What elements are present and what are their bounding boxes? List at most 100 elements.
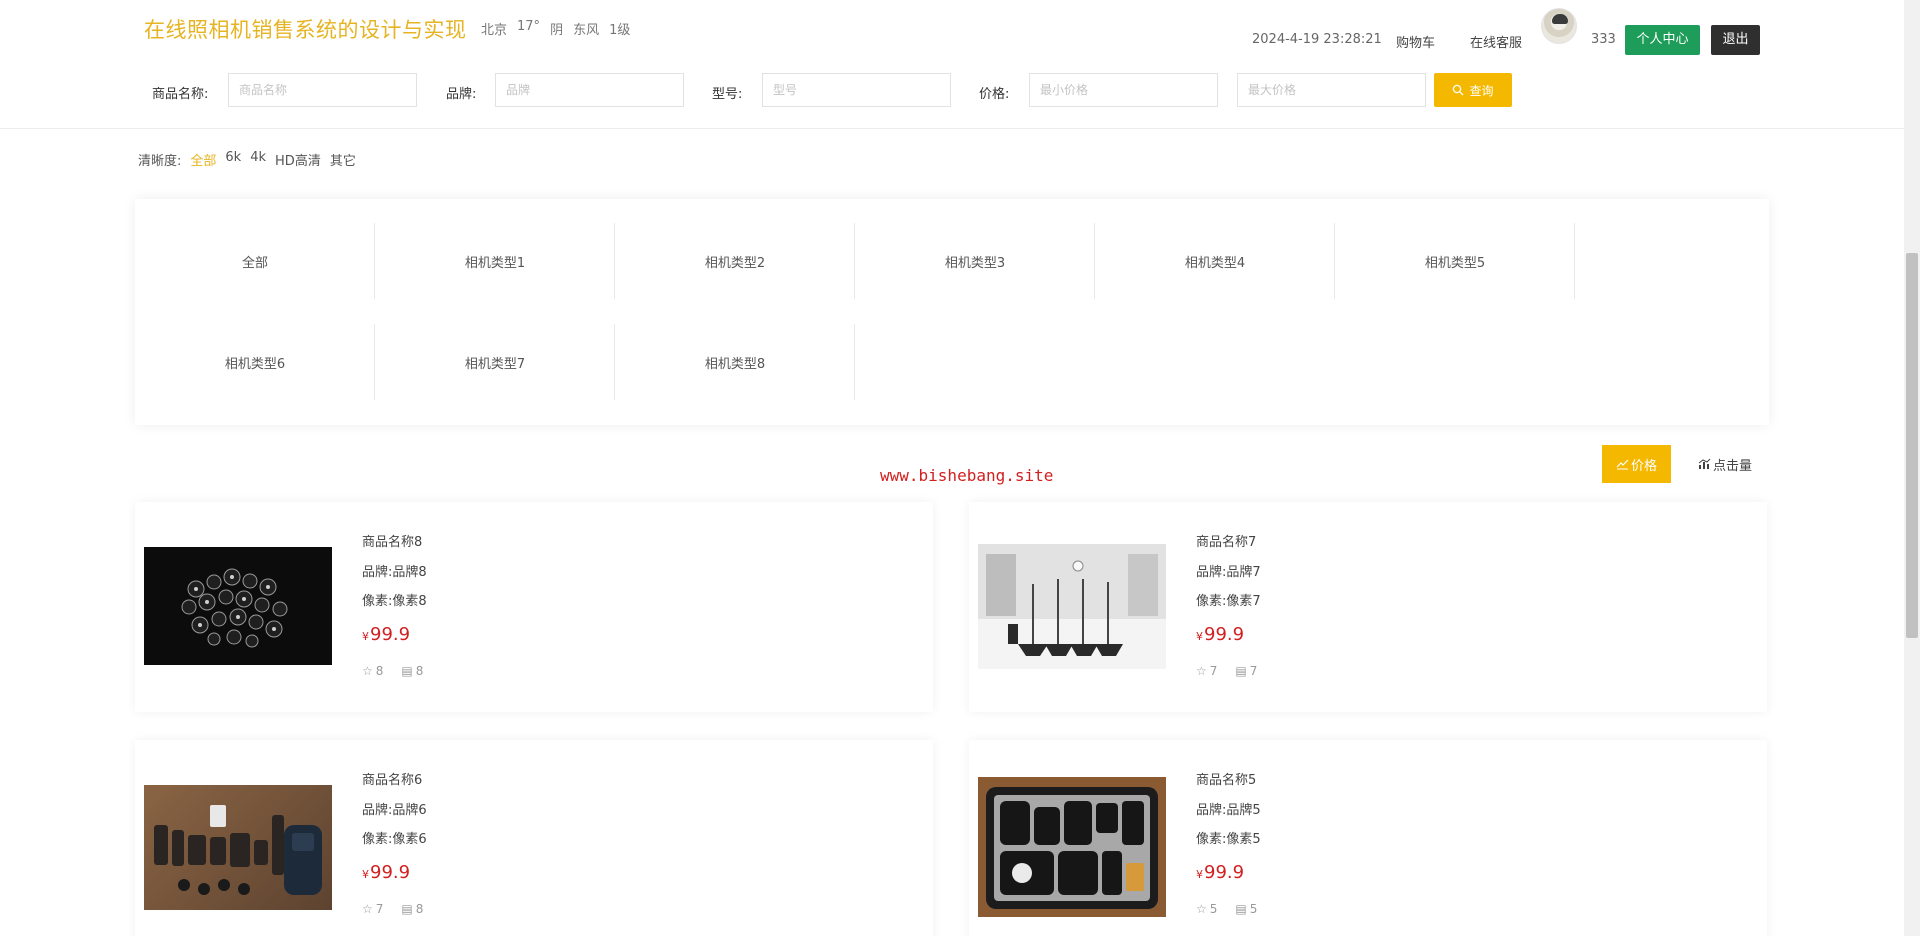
price-value: 99.9 (1204, 862, 1245, 883)
price-label: 价格: (979, 87, 1010, 102)
product-info: 商品名称5 品牌:品牌5 像素:像素5 (1196, 774, 1261, 863)
cart-link[interactable]: 购物车 (1396, 32, 1435, 51)
search-button-label: 查询 (1469, 83, 1494, 98)
product-name[interactable]: 商品名称5 (1196, 774, 1261, 804)
resolution-option-4k[interactable]: 4k (250, 150, 266, 169)
category-label: 相机类型7 (464, 356, 526, 372)
comments-count: ▤ 7 (1235, 664, 1257, 678)
category-item[interactable]: 相机类型2 (615, 223, 855, 299)
min-price-input[interactable] (1029, 73, 1218, 107)
sort-price-label: 价格 (1630, 458, 1657, 474)
brand-input[interactable] (495, 73, 684, 107)
product-image[interactable] (978, 544, 1166, 669)
category-label: 相机类型6 (224, 356, 286, 372)
category-item[interactable]: 相机类型3 (855, 223, 1095, 299)
likes-value: 8 (375, 664, 384, 678)
header-divider (0, 128, 1904, 129)
likes-count: ☆ 5 (1196, 902, 1217, 916)
product-card[interactable]: 商品名称7 品牌:品牌7 像素:像素7 ¥99.9 ☆ 7 ▤ 7 (969, 502, 1767, 712)
category-item[interactable]: 相机类型8 (615, 324, 855, 400)
category-label: 相机类型3 (944, 255, 1006, 271)
star-icon: ☆ (1196, 664, 1207, 678)
product-brand: 品牌:品牌6 (362, 802, 427, 818)
product-image[interactable] (978, 777, 1166, 917)
comment-icon: ▤ (1235, 902, 1247, 916)
service-link[interactable]: 在线客服 (1470, 32, 1522, 51)
avatar[interactable] (1541, 8, 1577, 44)
weather-wind: 东风 (573, 23, 600, 38)
product-meta: ☆ 8 ▤ 8 (362, 664, 423, 678)
category-item[interactable]: 相机类型5 (1335, 223, 1575, 299)
product-name[interactable]: 商品名称6 (362, 774, 427, 804)
product-name[interactable]: 商品名称7 (1196, 536, 1261, 566)
product-price: ¥99.9 (362, 624, 410, 645)
product-meta: ☆ 7 ▤ 7 (1196, 664, 1257, 678)
star-icon: ☆ (1196, 902, 1207, 916)
price-value: 99.9 (370, 624, 411, 645)
resolution-label: 清晰度: (138, 154, 182, 169)
category-item[interactable]: 相机类型7 (375, 324, 615, 400)
product-info: 商品名称8 品牌:品牌8 像素:像素8 (362, 536, 427, 625)
datetime: 2024-4-19 23:28:21 (1252, 32, 1382, 47)
brand-label: 品牌: (446, 87, 477, 102)
category-label: 相机类型1 (464, 255, 526, 271)
product-image[interactable] (144, 547, 332, 665)
weather-temp: 17° (517, 19, 541, 34)
name-input[interactable] (228, 73, 417, 107)
sort-clicks-button[interactable]: 点击量 (1690, 445, 1760, 483)
product-brand: 品牌:品牌5 (1196, 802, 1261, 818)
product-price: ¥99.9 (362, 862, 410, 883)
comments-value: 8 (415, 664, 424, 678)
sort-price-button[interactable]: 价格 (1602, 445, 1671, 483)
star-icon: ☆ (362, 664, 373, 678)
resolution-option-6k[interactable]: 6k (225, 150, 241, 169)
resolution-filter: 清晰度: 全部 6k 4k HD高清 其它 (138, 150, 356, 169)
search-bar: 商品名称: 品牌: 型号: 价格: 查询 (0, 73, 1900, 109)
name-label: 商品名称: (152, 87, 209, 102)
likes-count: ☆ 7 (362, 902, 383, 916)
price-value: 99.9 (370, 862, 411, 883)
product-pixels: 像素:像素8 (362, 594, 427, 609)
price-value: 99.9 (1204, 624, 1245, 645)
likes-value: 7 (1209, 664, 1218, 678)
scrollbar-thumb[interactable] (1906, 253, 1918, 638)
trend-up-icon (1616, 459, 1629, 470)
product-image[interactable] (144, 785, 332, 910)
product-card[interactable]: 商品名称5 品牌:品牌5 像素:像素5 ¥99.9 ☆ 5 ▤ 5 (969, 740, 1767, 936)
comments-count: ▤ 5 (1235, 902, 1257, 916)
resolution-option-hd[interactable]: HD高清 (275, 150, 321, 169)
category-item[interactable]: 相机类型4 (1095, 223, 1335, 299)
studio-lighting-image (978, 544, 1166, 656)
max-price-input[interactable] (1237, 73, 1426, 107)
weather-city: 北京 (481, 23, 508, 38)
product-name[interactable]: 商品名称8 (362, 536, 427, 566)
product-info: 商品名称7 品牌:品牌7 像素:像素7 (1196, 536, 1261, 625)
page: 在线照相机销售系统的设计与实现 北京 17° 阴 东风 1级 2024-4-19… (0, 0, 1920, 936)
product-brand: 品牌:品牌7 (1196, 564, 1261, 580)
category-item[interactable]: 全部 (135, 223, 375, 299)
bar-chart-icon (1698, 458, 1711, 469)
comments-value: 7 (1249, 664, 1258, 678)
logout-button[interactable]: 退出 (1711, 25, 1760, 55)
product-meta: ☆ 5 ▤ 5 (1196, 902, 1257, 916)
likes-count: ☆ 7 (1196, 664, 1217, 678)
sort-clicks-label: 点击量 (1712, 458, 1752, 474)
category-label: 相机类型4 (1184, 255, 1246, 271)
category-item[interactable]: 相机类型6 (135, 324, 375, 400)
comment-icon: ▤ (401, 664, 413, 678)
model-input[interactable] (762, 73, 951, 107)
resolution-option-all[interactable]: 全部 (190, 150, 216, 169)
search-icon (1453, 84, 1464, 96)
likes-value: 5 (1209, 902, 1218, 916)
site-title[interactable]: 在线照相机销售系统的设计与实现 (144, 14, 467, 44)
product-card[interactable]: 商品名称6 品牌:品牌6 像素:像素6 ¥99.9 ☆ 7 ▤ 8 (135, 740, 933, 936)
resolution-option-other[interactable]: 其它 (330, 150, 356, 169)
product-card[interactable]: 商品名称8 品牌:品牌8 像素:像素8 ¥99.9 ☆ 8 ▤ 8 (135, 502, 933, 712)
comments-value: 8 (415, 902, 424, 916)
weather-condition: 阴 (550, 23, 564, 38)
search-button[interactable]: 查询 (1434, 73, 1512, 107)
category-item[interactable]: 相机类型1 (375, 223, 615, 299)
user-center-button[interactable]: 个人中心 (1625, 25, 1700, 55)
comments-count: ▤ 8 (401, 902, 423, 916)
comments-value: 5 (1249, 902, 1258, 916)
